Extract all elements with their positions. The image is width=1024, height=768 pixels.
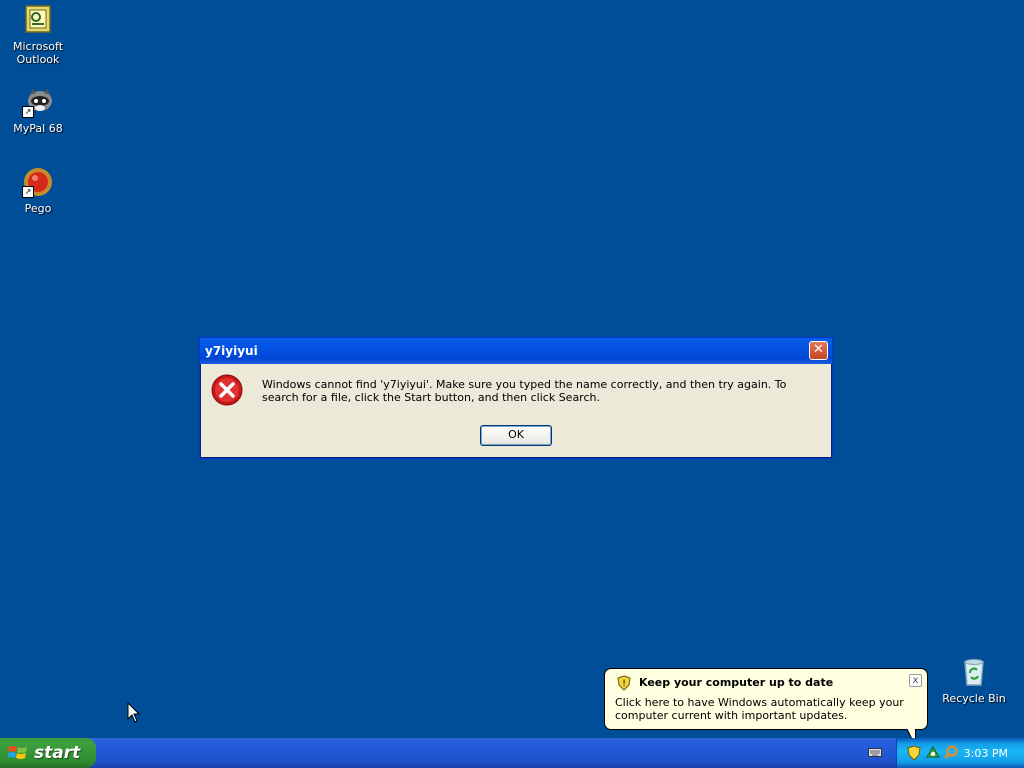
svg-text:!: !	[622, 679, 626, 689]
security-shield-tray-icon[interactable]	[907, 745, 921, 764]
search-tray-icon[interactable]	[943, 744, 959, 763]
desktop-icon-label: Recycle Bin	[942, 692, 1006, 705]
start-button[interactable]: start	[0, 738, 96, 768]
dialog-title: y7iyiyui	[205, 344, 258, 358]
mypal-icon: ↗	[22, 86, 54, 118]
desktop-icon-label: MyPal 68	[13, 122, 63, 135]
desktop-icon-label: Pego	[24, 202, 52, 215]
balloon-text: Click here to have Windows automatically…	[615, 696, 904, 722]
keyboard-icon[interactable]	[868, 746, 882, 758]
update-balloon[interactable]: ! Keep your computer up to date x Click …	[604, 668, 928, 730]
desktop-icon-mypal[interactable]: ↗ MyPal 68	[0, 86, 76, 135]
system-tray: 3:03 PM	[896, 738, 1024, 768]
dialog-close-button[interactable]: ✕	[809, 341, 828, 360]
error-dialog: y7iyiyui ✕ Windows cannot find 'y7iyiyui…	[199, 337, 833, 459]
pego-icon: ↗	[22, 166, 54, 198]
desktop-icon-pego[interactable]: ↗ Pego	[0, 166, 76, 215]
shortcut-arrow-icon: ↗	[22, 106, 34, 118]
clock[interactable]: 3:03 PM	[964, 747, 1008, 760]
start-label: start	[34, 743, 81, 763]
balloon-title: Keep your computer up to date	[639, 676, 834, 689]
shortcut-arrow-icon: ↗	[22, 186, 34, 198]
dialog-message: Windows cannot find 'y7iyiyui'. Make sur…	[262, 378, 787, 404]
desktop-icon-label: Outlook	[16, 53, 60, 66]
desktop-icon-outlook[interactable]: Microsoft Outlook	[0, 4, 76, 66]
dialog-body: Windows cannot find 'y7iyiyui'. Make sur…	[200, 364, 832, 458]
windows-flag-icon	[7, 744, 28, 762]
error-icon	[211, 374, 243, 406]
desktop-icon-label: Microsoft	[12, 40, 64, 53]
ok-button[interactable]: OK	[480, 425, 552, 446]
recycle-bin-icon	[958, 656, 990, 688]
shield-icon: !	[616, 675, 632, 691]
mouse-cursor-icon	[127, 701, 141, 724]
network-tray-icon[interactable]	[925, 745, 941, 764]
balloon-close-button[interactable]: x	[909, 674, 922, 687]
outlook-icon	[22, 4, 54, 36]
desktop-icon-recycle-bin[interactable]: Recycle Bin	[936, 656, 1012, 705]
dialog-titlebar[interactable]: y7iyiyui	[200, 338, 832, 364]
